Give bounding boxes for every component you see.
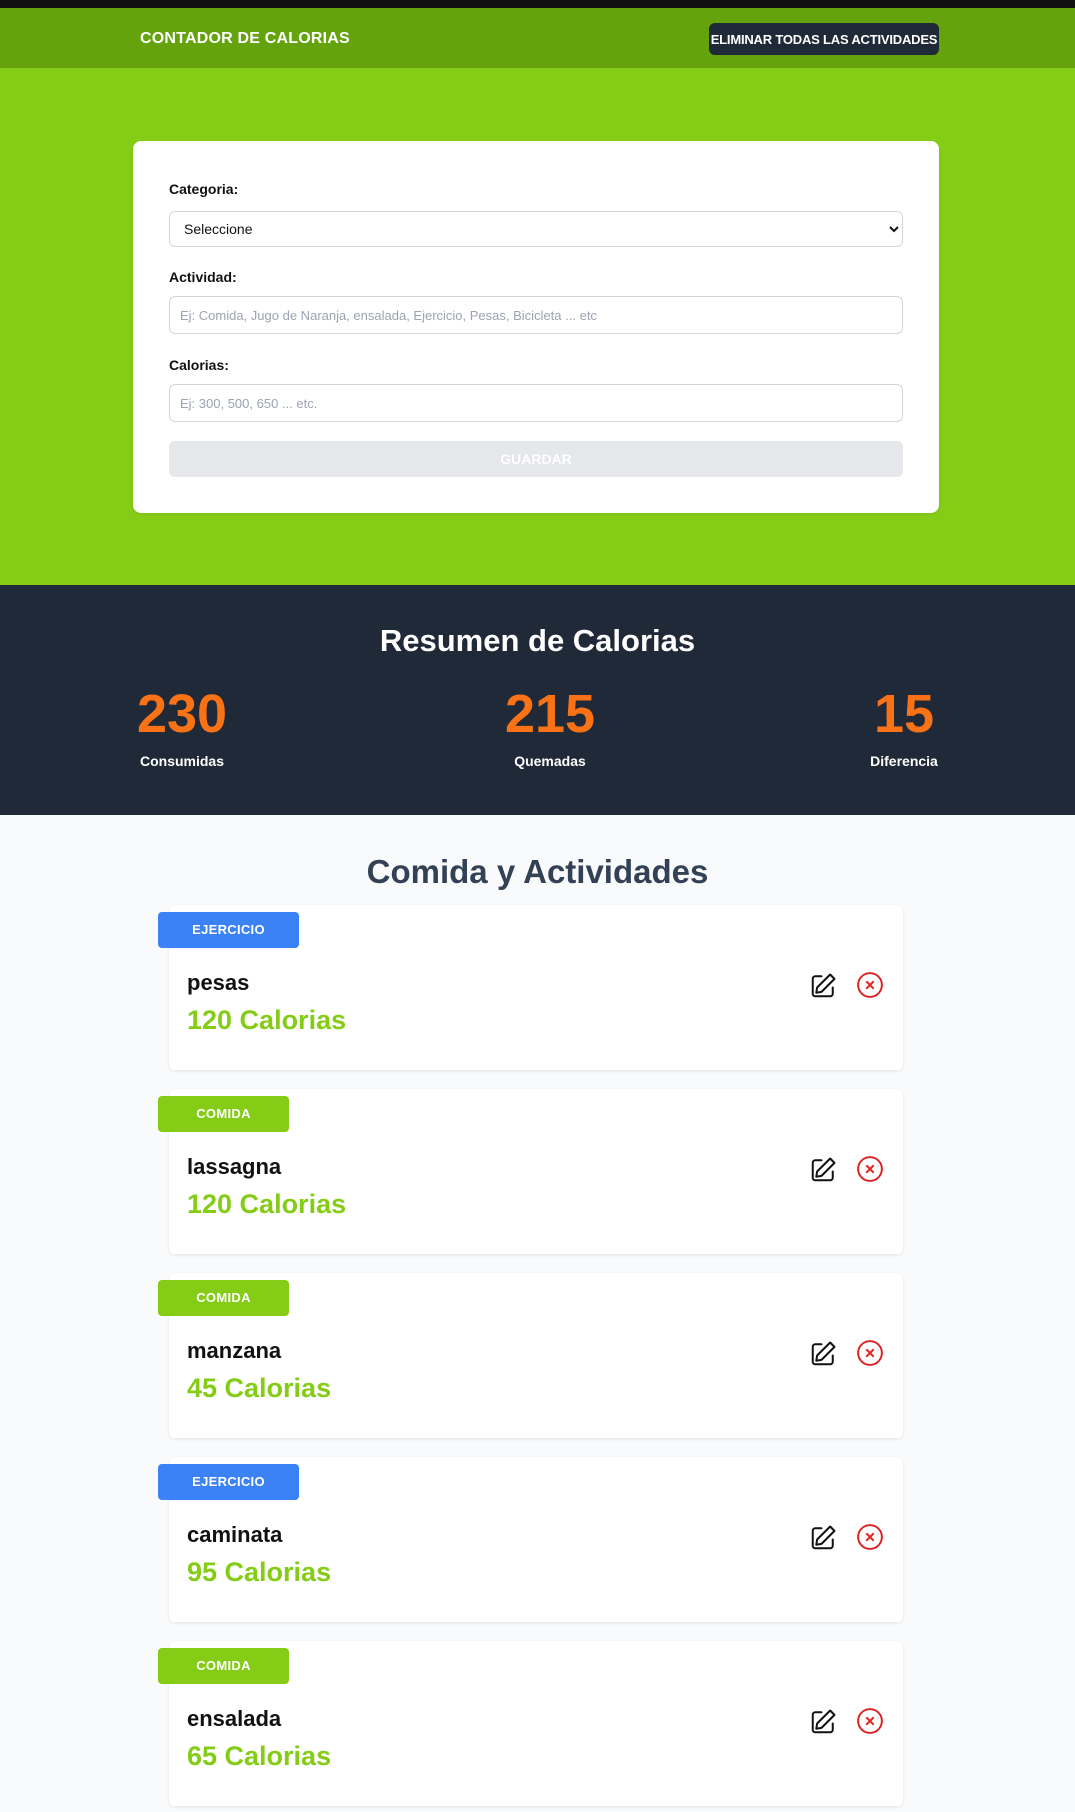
difference-value: 15	[873, 684, 935, 744]
activity-list-title: Comida y Actividades	[366, 853, 709, 890]
x-circle-icon	[857, 1156, 883, 1182]
category-label: Categoria:	[169, 181, 239, 197]
app-title: CONTADOR DE CALORIAS	[140, 30, 350, 47]
x-circle-icon	[857, 1524, 883, 1550]
save-button[interactable]: GUARDAR	[169, 441, 903, 477]
pencil-square-icon	[811, 1525, 836, 1550]
summary-title: Resumen de Calorias	[379, 623, 696, 658]
pencil-square-icon	[811, 1157, 836, 1182]
activity-calories: 45 Calorias	[187, 1373, 332, 1403]
delete-activity-button[interactable]	[855, 1522, 885, 1552]
activity-calories: 95 Calorias	[187, 1557, 332, 1587]
activity-name: pesas	[187, 970, 250, 995]
x-circle-icon	[857, 1708, 883, 1734]
activity-form: Categoria: Seleccione Actividad: Caloria…	[133, 141, 939, 513]
burned-label: Quemadas	[514, 753, 586, 769]
calories-label: Calorias:	[169, 357, 229, 373]
x-circle-icon	[857, 972, 883, 998]
edit-activity-button[interactable]	[809, 1522, 839, 1552]
window-top-strip	[0, 0, 1075, 8]
pencil-square-icon	[811, 1709, 836, 1734]
consumed-stat: 230 Consumidas	[72, 687, 292, 769]
activity-calories: 120 Calorias	[187, 1005, 347, 1035]
delete-activity-button[interactable]	[855, 970, 885, 1000]
delete-activity-button[interactable]	[855, 1338, 885, 1368]
activity-card: COMIDA ensalada 65 Calorias	[158, 1641, 903, 1806]
category-badge: EJERCICIO	[158, 1464, 299, 1500]
calorie-summary: Resumen de Calorias 230 Consumidas 215 Q…	[0, 585, 1075, 815]
activity-form-section: Categoria: Seleccione Actividad: Caloria…	[0, 68, 1075, 585]
activity-calories: 120 Calorias	[187, 1189, 347, 1219]
activity-card: COMIDA manzana 45 Calorias	[158, 1273, 903, 1438]
activity-label: Actividad:	[169, 269, 237, 285]
category-badge: COMIDA	[158, 1096, 289, 1132]
edit-activity-button[interactable]	[809, 1706, 839, 1736]
difference-label: Diferencia	[870, 753, 938, 769]
activity-name: ensalada	[187, 1706, 282, 1731]
edit-activity-button[interactable]	[809, 1154, 839, 1184]
delete-activity-button[interactable]	[855, 1154, 885, 1184]
activity-card: EJERCICIO pesas 120 Calorias	[158, 905, 903, 1070]
burned-value: 215	[504, 684, 596, 744]
activity-name: caminata	[187, 1522, 283, 1547]
delete-all-activities-button[interactable]: ELIMINAR TODAS LAS ACTIVIDADES	[709, 23, 939, 55]
activity-input[interactable]	[169, 296, 903, 334]
pencil-square-icon	[811, 1341, 836, 1366]
x-circle-icon	[857, 1340, 883, 1366]
activity-calories: 65 Calorias	[187, 1741, 332, 1771]
activity-name: lassagna	[187, 1154, 282, 1179]
activity-card: EJERCICIO caminata 95 Calorias	[158, 1457, 903, 1622]
edit-activity-button[interactable]	[809, 970, 839, 1000]
consumed-value: 230	[136, 684, 228, 744]
category-select[interactable]: Seleccione	[169, 211, 903, 247]
calories-input[interactable]	[169, 384, 903, 422]
category-badge: COMIDA	[158, 1648, 289, 1684]
consumed-label: Consumidas	[139, 753, 224, 769]
category-badge: EJERCICIO	[158, 912, 299, 948]
category-badge: COMIDA	[158, 1280, 289, 1316]
activity-card: COMIDA lassagna 120 Calorias	[158, 1089, 903, 1254]
app-header: CONTADOR DE CALORIAS ELIMINAR TODAS LAS …	[0, 8, 1075, 68]
difference-stat: 15 Diferencia	[794, 687, 1014, 769]
pencil-square-icon	[811, 973, 836, 998]
burned-stat: 215 Quemadas	[440, 687, 660, 769]
edit-activity-button[interactable]	[809, 1338, 839, 1368]
delete-activity-button[interactable]	[855, 1706, 885, 1736]
activity-name: manzana	[187, 1338, 282, 1363]
